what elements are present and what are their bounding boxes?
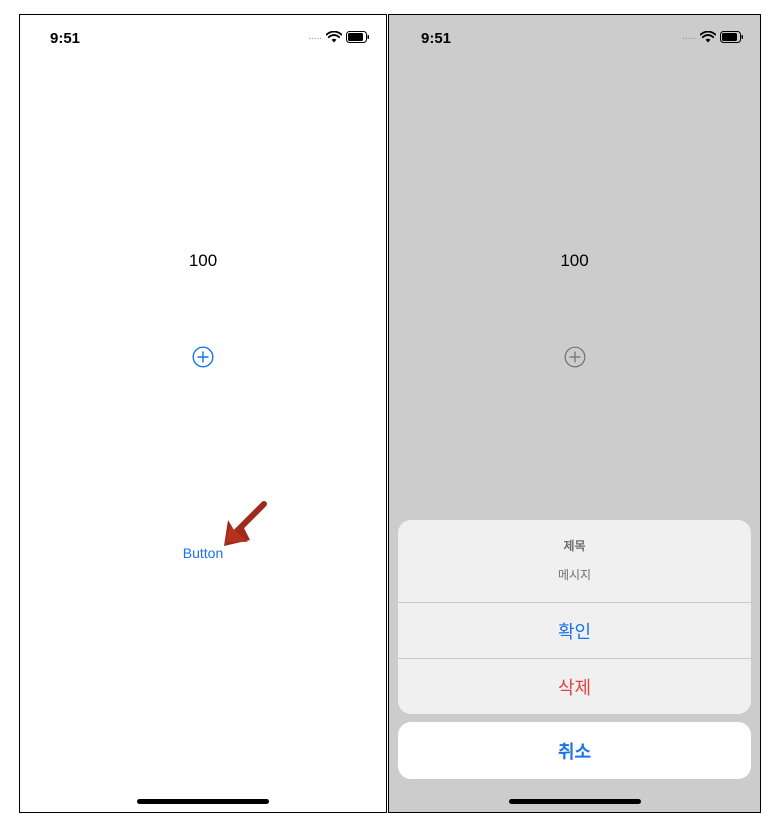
confirm-button[interactable]: 확인 [398,602,751,658]
signal-icon: ..... [682,31,696,42]
wifi-icon [700,31,716,43]
plus-circle-icon[interactable] [192,346,214,368]
signal-icon: ..... [308,31,322,42]
plus-circle-icon [564,346,586,368]
status-time: 9:51 [50,30,81,47]
left-screen: 9:51 ..... 100 Button [19,14,387,813]
show-sheet-button[interactable]: Button [20,545,386,561]
status-icons: ..... [308,31,370,43]
counter-label: 100 [560,251,589,270]
home-indicator[interactable] [137,799,269,804]
action-sheet-cancel-group: 취소 [398,722,751,779]
delete-button[interactable]: 삭제 [398,658,751,714]
counter-label: 100 [188,251,218,270]
action-sheet-header: 제목 메시지 [398,520,751,602]
battery-icon [346,31,370,43]
action-sheet-message: 메시지 [557,568,592,582]
cancel-button[interactable]: 취소 [398,722,751,779]
action-sheet: 제목 메시지 확인 삭제 [398,520,751,714]
right-screen: 9:51 ..... 100 제목 메시지 확인 삭제 취소 [388,14,761,813]
home-indicator[interactable] [508,799,641,804]
status-time: 9:51 [421,30,452,47]
battery-icon [720,31,744,43]
status-icons: ..... [682,31,744,43]
wifi-icon [326,31,342,43]
action-sheet-title: 제목 [563,539,586,553]
red-arrow-icon [220,500,270,550]
